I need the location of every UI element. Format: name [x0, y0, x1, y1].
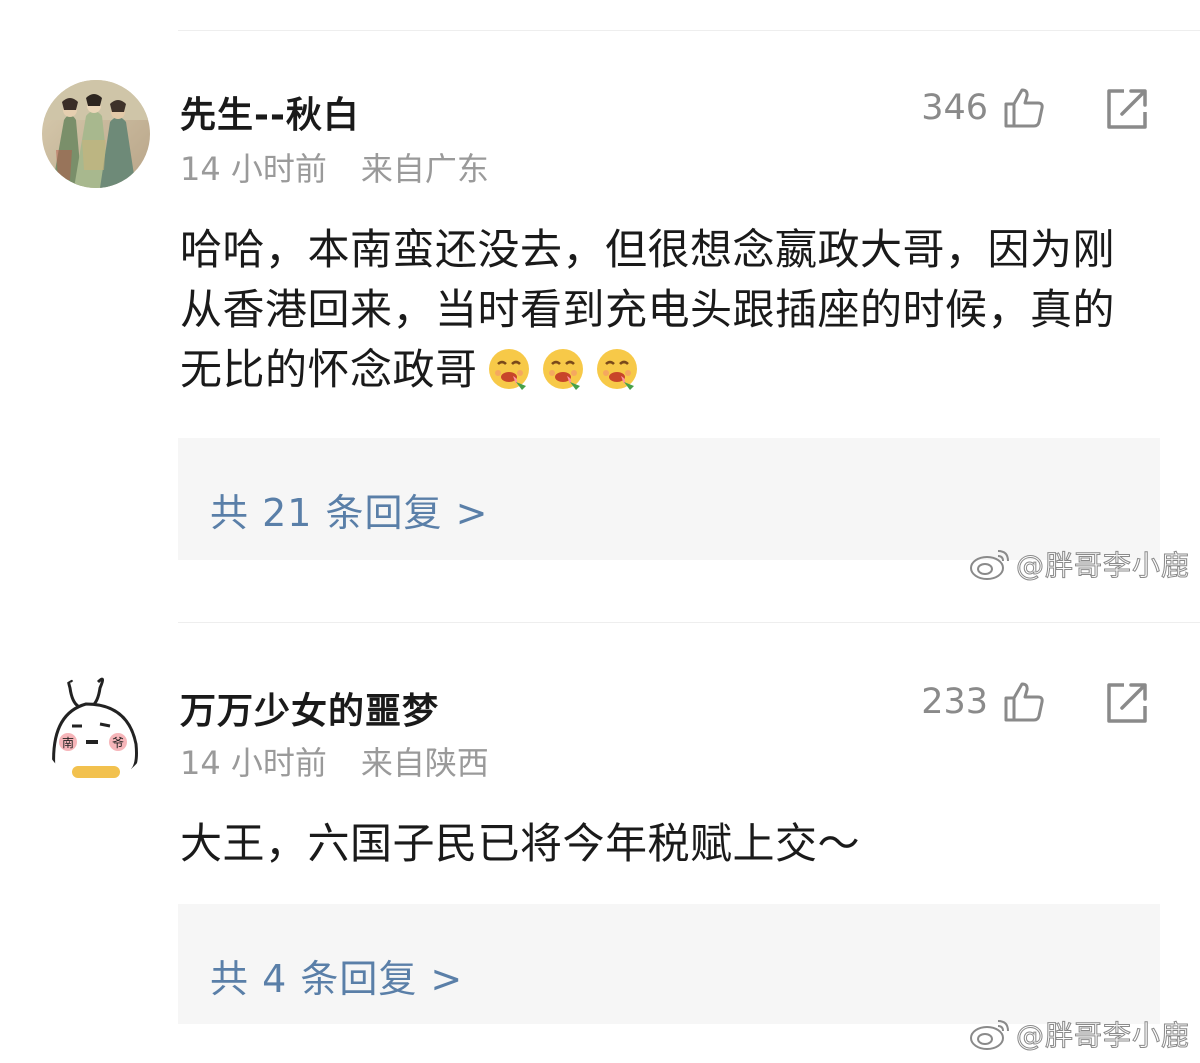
- like-count[interactable]: 233: [921, 682, 988, 722]
- reply-box[interactable]: 共 4 条回复 >: [178, 904, 1160, 1024]
- share-icon[interactable]: [1104, 86, 1150, 132]
- comment-time: 14 小时前: [180, 744, 327, 782]
- comment-location: 来自陕西: [360, 744, 489, 782]
- comment-time: 14 小时前: [180, 150, 327, 188]
- share-icon[interactable]: [1104, 680, 1150, 726]
- avatar-image: [42, 80, 150, 188]
- like-count[interactable]: 346: [921, 88, 988, 128]
- thumbs-up-icon[interactable]: [1002, 680, 1046, 724]
- user-avatar[interactable]: 南 爷: [42, 674, 150, 782]
- watermark-text: @胖哥李小鹿: [1015, 549, 1190, 583]
- weibo-logo-icon: [969, 550, 1009, 580]
- comment-text: 哈哈，本南蛮还没去，但很想念嬴政大哥，因为刚从香港回来，当时看到充电头跟插座的时…: [180, 220, 1140, 400]
- reply-box[interactable]: 共 21 条回复 >: [178, 438, 1160, 560]
- user-avatar[interactable]: [42, 80, 150, 188]
- avatar-cheek-text-right: 爷: [112, 736, 124, 750]
- watermark: @胖哥李小鹿: [968, 544, 1190, 584]
- comment-location: 来自广东: [360, 150, 489, 188]
- yum-emoji-icon: [596, 349, 637, 390]
- comment-divider: [178, 622, 1200, 623]
- thumbs-up-icon[interactable]: [1002, 86, 1046, 130]
- comment-meta: 14 小时前 来自广东: [180, 144, 489, 190]
- yum-emoji-icon: [488, 349, 529, 390]
- weibo-logo-icon: [969, 1020, 1009, 1050]
- comment-text-content: 哈哈，本南蛮还没去，但很想念嬴政大哥，因为刚从香港回来，当时看到充电头跟插座的时…: [180, 225, 1116, 394]
- view-replies-link[interactable]: 共 4 条回复 >: [210, 948, 463, 1003]
- comment-meta: 14 小时前 来自陕西: [180, 738, 489, 784]
- avatar-image: 南 爷: [42, 674, 150, 782]
- yum-emoji-icon: [542, 349, 583, 390]
- comment-text: 大王，六国子民已将今年税赋上交～: [180, 819, 861, 868]
- avatar-cheek-text-left: 南: [62, 735, 74, 750]
- username[interactable]: 先生--秋白: [180, 86, 360, 138]
- username[interactable]: 万万少女的噩梦: [180, 682, 439, 734]
- view-replies-link[interactable]: 共 21 条回复 >: [210, 482, 488, 537]
- watermark: @胖哥李小鹿: [968, 1014, 1190, 1054]
- top-divider: [178, 30, 1200, 31]
- watermark-text: @胖哥李小鹿: [1015, 1019, 1190, 1053]
